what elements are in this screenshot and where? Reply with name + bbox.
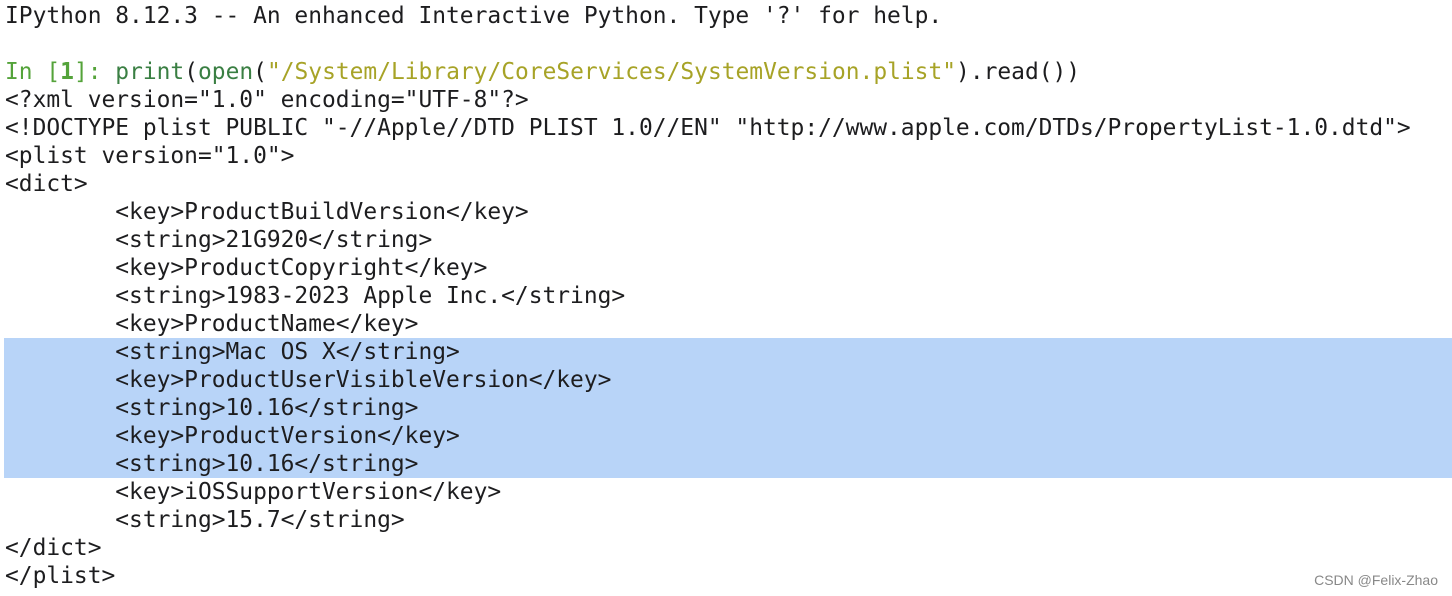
output-line: <key>iOSSupportVersion</key> — [5, 479, 502, 505]
output-line-selected: <key>ProductVersion</key> — [5, 423, 460, 449]
output-line: <string>15.7</string> — [5, 507, 405, 533]
output-line-selected: <string>10.16</string> — [5, 451, 419, 477]
output-line: <string>21G920</string> — [5, 227, 433, 253]
code-tail: ).read()) — [956, 59, 1081, 85]
output-line: <key>ProductBuildVersion</key> — [5, 199, 529, 225]
prompt-close: ]: — [73, 59, 116, 85]
output-line-selected: <key>ProductUserVisibleVersion</key> — [5, 367, 612, 393]
output-line: <plist version="1.0"> — [5, 143, 295, 169]
code-string-literal: "/System/Library/CoreServices/SystemVers… — [266, 59, 957, 85]
output-line: <!DOCTYPE plist PUBLIC "-//Apple//DTD PL… — [5, 115, 1411, 141]
output-line: </plist> — [5, 563, 116, 589]
output-line: </dict> — [5, 535, 102, 561]
output-line: <string>1983-2023 Apple Inc.</string> — [5, 283, 626, 309]
code-paren-open-2: ( — [253, 59, 267, 85]
terminal-window[interactable]: IPython 8.12.3 -- An enhanced Interactiv… — [0, 2, 1452, 594]
code-open: open — [198, 59, 254, 85]
code-paren-open: ( — [184, 59, 199, 85]
prompt-number: 1 — [60, 59, 74, 85]
output-line: <?xml version="1.0" encoding="UTF-8"?> — [5, 87, 529, 113]
prompt-in-label: In [ — [5, 59, 61, 85]
output-line-selected: <string>10.16</string> — [5, 395, 419, 421]
output-line: <key>ProductCopyright</key> — [5, 255, 488, 281]
code-print: print — [115, 59, 185, 85]
output-line-selected: <string>Mac OS X</string> — [5, 339, 460, 365]
output-line: <key>ProductName</key> — [5, 311, 419, 337]
input-prompt-line[interactable]: In [1]: print(open("/System/Library/Core… — [0, 58, 1452, 86]
output-line: <dict> — [5, 171, 88, 197]
ipython-banner: IPython 8.12.3 -- An enhanced Interactiv… — [5, 3, 943, 29]
